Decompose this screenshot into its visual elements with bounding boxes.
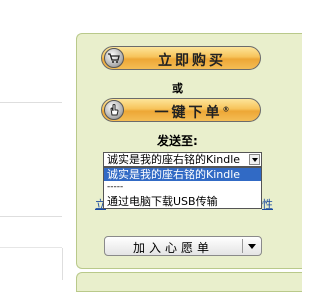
one-click-button[interactable]: 一键下单®	[101, 98, 261, 122]
device-dropdown-list: 诚实是我的座右铭的Kindle ----- 通过电脑下载USB传输	[103, 167, 262, 209]
dropdown-arrow-icon[interactable]	[249, 154, 260, 165]
buy-now-label: 立即购买	[158, 53, 226, 69]
device-option-usb[interactable]: 通过电脑下载USB传输	[104, 195, 261, 208]
left-panel-border	[62, 248, 63, 280]
device-select-value: 诚实是我的座右铭的Kindle	[107, 153, 241, 166]
left-divider-middle	[0, 216, 62, 217]
wishlist-divider	[242, 239, 243, 253]
registered-mark: ®	[222, 105, 230, 114]
shopping-cart-icon	[104, 48, 124, 68]
send-to-label: 发送至:	[157, 134, 198, 148]
or-separator: 或	[172, 82, 183, 95]
one-click-label: 一键下单®	[132, 102, 252, 122]
hand-cursor-icon	[104, 100, 124, 120]
one-click-text: 一键下单	[154, 105, 223, 121]
left-divider-top	[0, 102, 62, 103]
device-select[interactable]: 诚实是我的座右铭的Kindle	[103, 152, 262, 167]
chevron-down-icon[interactable]	[248, 244, 256, 249]
wishlist-label: 加入心愿单	[132, 241, 213, 255]
buy-box-panel-lower	[76, 272, 302, 292]
buy-now-button[interactable]: 立即购买	[101, 46, 261, 70]
left-divider-bottom	[0, 247, 62, 248]
device-option-kindle[interactable]: 诚实是我的座右铭的Kindle	[104, 168, 261, 181]
add-to-wishlist-button[interactable]: 加入心愿单	[104, 236, 262, 256]
device-option-separator[interactable]: -----	[104, 181, 261, 194]
obscured-link-right[interactable]: 性	[262, 196, 273, 212]
